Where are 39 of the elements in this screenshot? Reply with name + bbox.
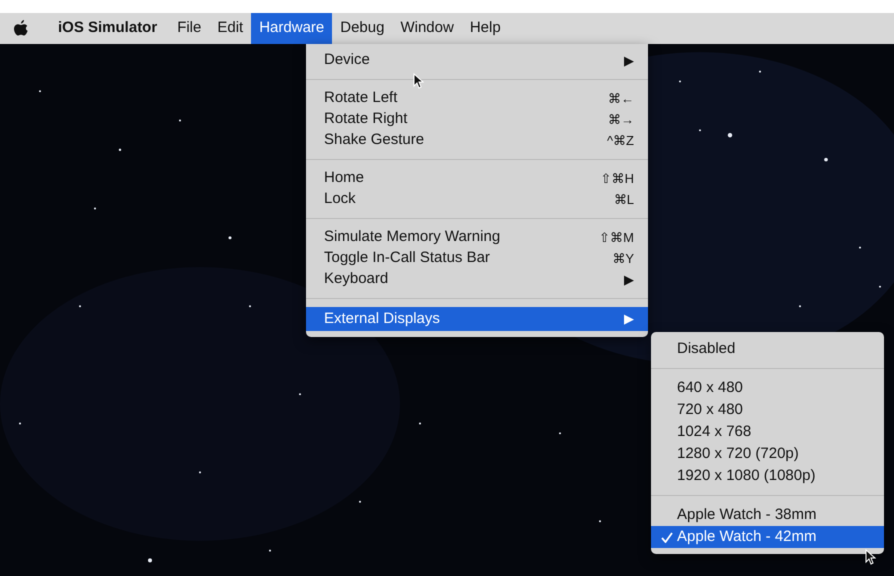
shortcut-label: ⇧⌘H xyxy=(600,170,634,188)
menu-item[interactable]: 1024 x 768 xyxy=(651,421,884,443)
shortcut-label: ⌘← xyxy=(608,90,634,108)
menu-title[interactable]: Hardware xyxy=(251,13,332,44)
menu-title[interactable]: Help xyxy=(462,13,509,44)
menu-title[interactable]: Edit xyxy=(209,13,252,44)
menu-title[interactable]: File xyxy=(169,13,210,44)
menu-item[interactable]: 1280 x 720 (720p) xyxy=(651,443,884,465)
pointer-icon xyxy=(413,73,424,89)
app-menu[interactable]: iOS Simulator xyxy=(50,13,166,44)
menu-item[interactable]: Disabled xyxy=(651,338,884,360)
menu-item[interactable]: Keyboard ▶ xyxy=(306,269,648,290)
menu-item[interactable]: Home ⇧⌘H xyxy=(306,168,648,189)
shortcut-label: ⇧⌘M xyxy=(599,228,634,247)
shortcut-label: ^⌘Z xyxy=(606,132,634,150)
menu-item[interactable]: Apple Watch - 42mm xyxy=(651,526,884,548)
shortcut-label: ▶ xyxy=(624,52,634,70)
menu-item[interactable]: Apple Watch - 38mm xyxy=(651,504,884,526)
pointer-icon xyxy=(865,549,876,565)
menu-item[interactable]: Device ▶ xyxy=(306,50,648,71)
checkmark-icon xyxy=(661,532,673,542)
shortcut-label: ⌘→ xyxy=(608,110,634,129)
shortcut-label: ▶ xyxy=(624,270,634,289)
menu-item[interactable]: Shake Gesture ^⌘Z xyxy=(306,130,648,151)
menu-item[interactable]: 720 x 480 xyxy=(651,399,884,421)
menu-item[interactable]: External Displays ▶ xyxy=(306,307,648,331)
menu-title[interactable]: Window xyxy=(392,13,462,44)
menu-title[interactable]: Debug xyxy=(332,13,392,44)
menu-item[interactable]: Rotate Left ⌘← xyxy=(306,88,648,109)
menu-item[interactable]: Simulate Memory Warning ⇧⌘M xyxy=(306,227,648,248)
menu-item[interactable]: Lock ⌘L xyxy=(306,189,648,210)
apple-logo-icon[interactable] xyxy=(14,20,28,37)
menu-item[interactable]: 640 x 480 xyxy=(651,377,884,399)
shortcut-label: ▶ xyxy=(624,310,634,328)
menu-item[interactable]: Toggle In-Call Status Bar ⌘Y xyxy=(306,248,648,269)
shortcut-label: ⌘L xyxy=(614,190,634,209)
shortcut-label: ⌘Y xyxy=(612,250,634,268)
menu-item[interactable]: 1920 x 1080 (1080p) xyxy=(651,465,884,487)
menu-item[interactable]: Rotate Right ⌘→ xyxy=(306,109,648,130)
